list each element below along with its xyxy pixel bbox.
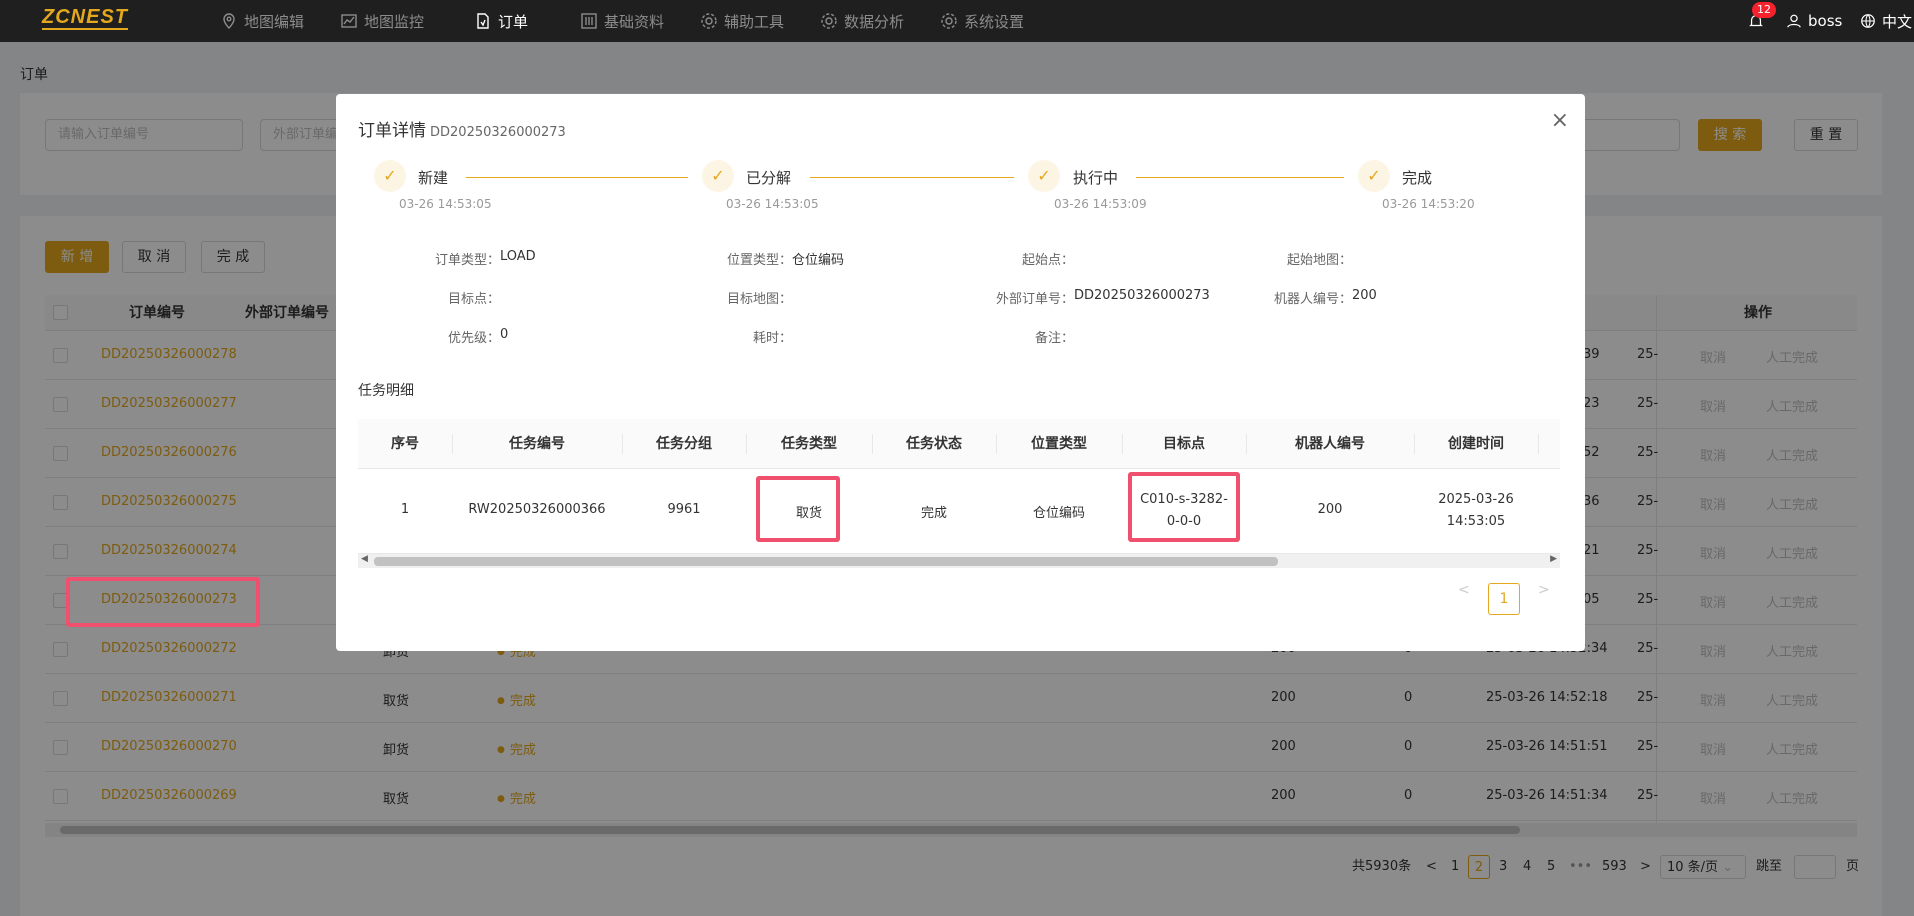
position-type-label: 位置类型： <box>726 253 792 268</box>
task-header-seq: 序号 <box>391 436 419 452</box>
remark-label: 备注： <box>1034 331 1074 346</box>
top-nav: ZCNEST 地图编辑 地图监控 订单 基础资料 辅助工具 数据分析 系统设置 … <box>0 0 1914 42</box>
order-detail-modal: 订单详情 DD20250326000273 × ✓ 新建 03-26 14:53:… <box>336 94 1585 651</box>
cost-time-label: 耗时： <box>752 331 792 346</box>
highlight-order-row <box>66 577 260 627</box>
task-header-type: 任务类型 <box>781 436 837 452</box>
nav-order[interactable]: 订单 <box>474 0 528 42</box>
step-label-decomposed: 已分解 <box>746 169 792 187</box>
logo-underline <box>42 28 128 30</box>
ext-order-no-label: 外部订单号： <box>995 292 1074 307</box>
task-header-pos-type: 位置类型 <box>1031 436 1087 452</box>
priority-label: 优先级： <box>447 331 500 346</box>
nav-analytics[interactable]: 数据分析 <box>820 0 904 42</box>
modal-prev-page[interactable]: < <box>1458 582 1470 598</box>
nav-label: 数据分析 <box>844 12 905 31</box>
check-icon: ✓ <box>702 160 734 192</box>
task-header-group: 任务分组 <box>656 436 712 452</box>
gear-icon <box>821 13 837 29</box>
globe-icon <box>1861 14 1875 28</box>
nav-label: 辅助工具 <box>724 12 785 31</box>
highlight-task-type <box>756 476 840 542</box>
step-connector <box>1136 177 1344 178</box>
document-icon <box>477 13 489 29</box>
task-group: 9961 <box>667 502 701 517</box>
nav-map-edit[interactable]: 地图编辑 <box>220 0 304 42</box>
order-type-label: 订单类型： <box>434 253 500 268</box>
nav-base-data[interactable]: 基础资料 <box>580 0 664 42</box>
start-point-label: 起始点： <box>1021 253 1074 268</box>
step-time-done: 03-26 14:53:20 <box>1382 197 1475 211</box>
position-type-value: 仓位编码 <box>792 253 845 268</box>
nav-settings[interactable]: 系统设置 <box>940 0 1024 42</box>
notification-badge: 12 <box>1752 2 1776 18</box>
nav-label: 系统设置 <box>964 12 1025 31</box>
nav-label: 地图编辑 <box>244 12 305 31</box>
task-status: 完成 <box>920 506 947 521</box>
task-no: RW20250326000366 <box>468 502 606 517</box>
ext-order-no-value: DD20250326000273 <box>1074 288 1210 303</box>
modal-title-text: 订单详情 <box>358 121 426 141</box>
step-time-decomposed: 03-26 14:53:05 <box>726 197 819 211</box>
nav-label: 订单 <box>498 12 529 31</box>
target-map-label: 目标地图： <box>726 292 792 307</box>
step-time-created: 03-26 14:53:05 <box>399 197 492 211</box>
step-label-created: 新建 <box>418 169 449 187</box>
column-divider <box>1538 434 1539 454</box>
modal-page-1[interactable]: 1 <box>1488 583 1520 615</box>
step-label-executing: 执行中 <box>1073 169 1119 187</box>
gear-icon <box>941 13 957 29</box>
priority-value: 0 <box>500 327 509 342</box>
logo: ZCNEST <box>42 6 128 28</box>
nav-label: 地图监控 <box>364 12 425 31</box>
nav-tools[interactable]: 辅助工具 <box>700 0 784 42</box>
check-icon: ✓ <box>1358 160 1390 192</box>
step-connector <box>810 177 1014 178</box>
target-point-label: 目标点： <box>447 292 500 307</box>
scroll-thumb[interactable] <box>374 557 1278 566</box>
task-table-scrollbar[interactable]: ◀ ▶ <box>358 554 1560 568</box>
task-created-date: 2025-03-26 <box>1438 492 1514 507</box>
order-type-value: LOAD <box>500 249 536 264</box>
step-time-executing: 03-26 14:53:09 <box>1054 197 1147 211</box>
modal-order-no: DD20250326000273 <box>430 125 566 140</box>
nav-map-monitor[interactable]: 地图监控 <box>340 0 424 42</box>
step-label-done: 完成 <box>1402 169 1433 187</box>
robot-no-value: 200 <box>1352 288 1377 303</box>
step-connector <box>466 177 688 178</box>
start-map-label: 起始地图： <box>1286 253 1352 268</box>
chart-icon <box>341 14 357 28</box>
scroll-left-arrow[interactable]: ◀ <box>361 554 368 564</box>
language-label: 中文 <box>1882 12 1913 31</box>
highlight-target-point <box>1128 472 1240 542</box>
sliders-icon <box>581 13 597 29</box>
task-section-title: 任务明细 <box>358 383 414 399</box>
language-switch[interactable]: 中文 <box>1860 0 1912 42</box>
scroll-right-arrow[interactable]: ▶ <box>1550 554 1557 564</box>
task-header-created: 创建时间 <box>1448 436 1504 452</box>
user-icon <box>1787 14 1801 28</box>
modal-title: 订单详情 DD20250326000273 <box>358 116 566 141</box>
check-icon: ✓ <box>374 160 406 192</box>
task-seq: 1 <box>400 502 410 517</box>
nav-label: 基础资料 <box>604 12 665 31</box>
check-icon: ✓ <box>1028 160 1060 192</box>
task-header-task-no: 任务编号 <box>509 436 565 452</box>
robot-no-label: 机器人编号： <box>1273 292 1352 307</box>
task-robot: 200 <box>1317 502 1343 517</box>
task-header-status: 任务状态 <box>906 436 962 452</box>
modal-next-page[interactable]: > <box>1538 582 1550 598</box>
user-menu[interactable]: boss <box>1786 0 1842 42</box>
map-pin-icon <box>223 13 235 29</box>
task-created-time: 14:53:05 <box>1446 514 1506 529</box>
task-header-target: 目标点 <box>1163 436 1205 452</box>
task-pos-type: 仓位编码 <box>1032 506 1085 521</box>
close-icon[interactable]: × <box>1551 108 1569 133</box>
username: boss <box>1808 12 1843 30</box>
gear-icon <box>701 13 717 29</box>
task-header-robot: 机器人编号 <box>1295 436 1365 452</box>
